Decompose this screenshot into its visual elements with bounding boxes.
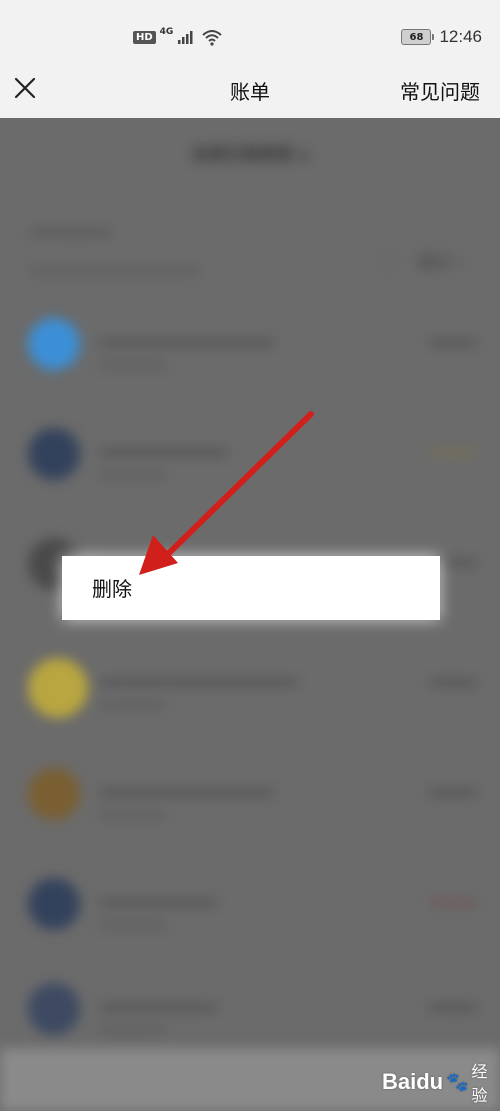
transaction-amount: ▁▁▁▁ (429, 886, 476, 904)
app-header: 账单 常见问题 (0, 66, 500, 118)
delete-menu-item[interactable]: 删除 (92, 573, 132, 602)
caret-down-icon: ▼ (299, 149, 309, 163)
list-item[interactable]: ▁▁▁▁▁▁▁▁▁▁▁▁▁▁▁ ▁▁▁▁▁▁▁ ▁▁▁▁ (0, 318, 500, 418)
transaction-name: ▁▁▁▁▁▁▁▁▁▁▁▁▁▁▁ (100, 776, 274, 794)
status-right: 68 12:46 (401, 26, 482, 48)
month-label: ▁▁▁▁▁▁▁ (30, 216, 111, 234)
network-indicators: HD 4G (133, 27, 223, 47)
transaction-amount: ▁▁▁ (441, 546, 476, 564)
network-type: 4G (159, 27, 174, 37)
watermark-brand: Baidu (382, 1069, 444, 1094)
watermark: Baidu 🐾 经验 (382, 1058, 500, 1106)
transaction-amount: ▁▁▁▁ (429, 776, 476, 794)
transaction-amount: ▁▁▁▁ (429, 666, 476, 684)
transaction-time: ▁▁▁▁▁▁▁ (100, 802, 165, 816)
list-item[interactable]: ▁▁▁▁▁▁▁▁▁▁▁▁▁▁▁ ▁▁▁▁▁▁▁ ▁▁▁▁ (0, 768, 500, 868)
month-summary: ▁▁▁▁▁▁▁▁▁▁▁▁▁▁▁▁▁ (30, 258, 200, 273)
signal-icon (178, 31, 193, 44)
transaction-amount: ▁▁▁▁ (429, 326, 476, 344)
transaction-type-filter[interactable]: 全部交易类型 ▼ (0, 140, 500, 165)
transaction-name: ▁▁▁▁▁▁▁▁▁▁▁ (100, 436, 227, 454)
status-bar: HD 4G 68 12:46 (0, 0, 500, 66)
transaction-time: ▁▁▁▁▁▁▁ (100, 1017, 165, 1031)
stats-label: 统计 (418, 253, 452, 273)
chevron-right-icon: › (457, 253, 465, 273)
transaction-name: ▁▁▁▁▁▁▁▁▁▁ (100, 886, 216, 904)
avatar (28, 768, 80, 820)
avatar (28, 318, 80, 370)
battery-level: 68 (409, 31, 424, 43)
transaction-amount: ▁▁▁▁ (429, 991, 476, 1009)
context-menu: 删除 (62, 556, 440, 620)
avatar (28, 878, 80, 930)
transaction-amount: ▁▁▁▁ (429, 436, 476, 454)
list-item[interactable]: ▁▁▁▁▁▁▁▁▁▁ ▁▁▁▁▁▁▁ ▁▁▁▁ (0, 878, 500, 978)
avatar (28, 983, 80, 1035)
clock: 12:46 (439, 27, 482, 46)
watermark-suffix: 经验 (471, 1062, 488, 1105)
avatar (28, 658, 88, 718)
transaction-time: ▁▁▁▁▁▁▁ (100, 352, 165, 366)
transaction-time: ▁▁▁▁▁▁▁ (100, 462, 165, 476)
avatar (28, 428, 80, 480)
transaction-name: ▁▁▁▁▁▁▁▁▁▁▁▁▁▁▁▁▁ (100, 666, 297, 684)
transaction-name: ▁▁▁▁▁▁▁▁▁▁ (100, 991, 216, 1009)
list-item[interactable]: ▁▁▁▁▁▁▁▁▁▁▁ ▁▁▁▁▁▁▁ ▁▁▁▁ (0, 428, 500, 528)
transaction-time: ▁▁▁▁▁▁▁ (100, 912, 165, 926)
hd-badge: HD (133, 30, 156, 44)
wifi-icon (202, 30, 222, 46)
paw-icon: 🐾 (446, 1071, 469, 1093)
transaction-name: ▁▁▁▁▁▁▁▁▁▁▁▁▁▁▁ (100, 326, 274, 344)
stats-link[interactable]: 统计 › (418, 248, 464, 273)
transaction-time: ▁▁▁▁▁▁▁ (100, 692, 165, 706)
filter-label: 全部交易类型 (191, 145, 294, 165)
list-item[interactable]: ▁▁▁▁▁▁▁▁▁▁▁▁▁▁▁▁▁ ▁▁▁▁▁▁▁ ▁▁▁▁ (0, 658, 500, 758)
faq-link[interactable]: 常见问题 (400, 76, 480, 105)
stats-divider (388, 248, 389, 274)
battery-icon: 68 (401, 29, 435, 45)
